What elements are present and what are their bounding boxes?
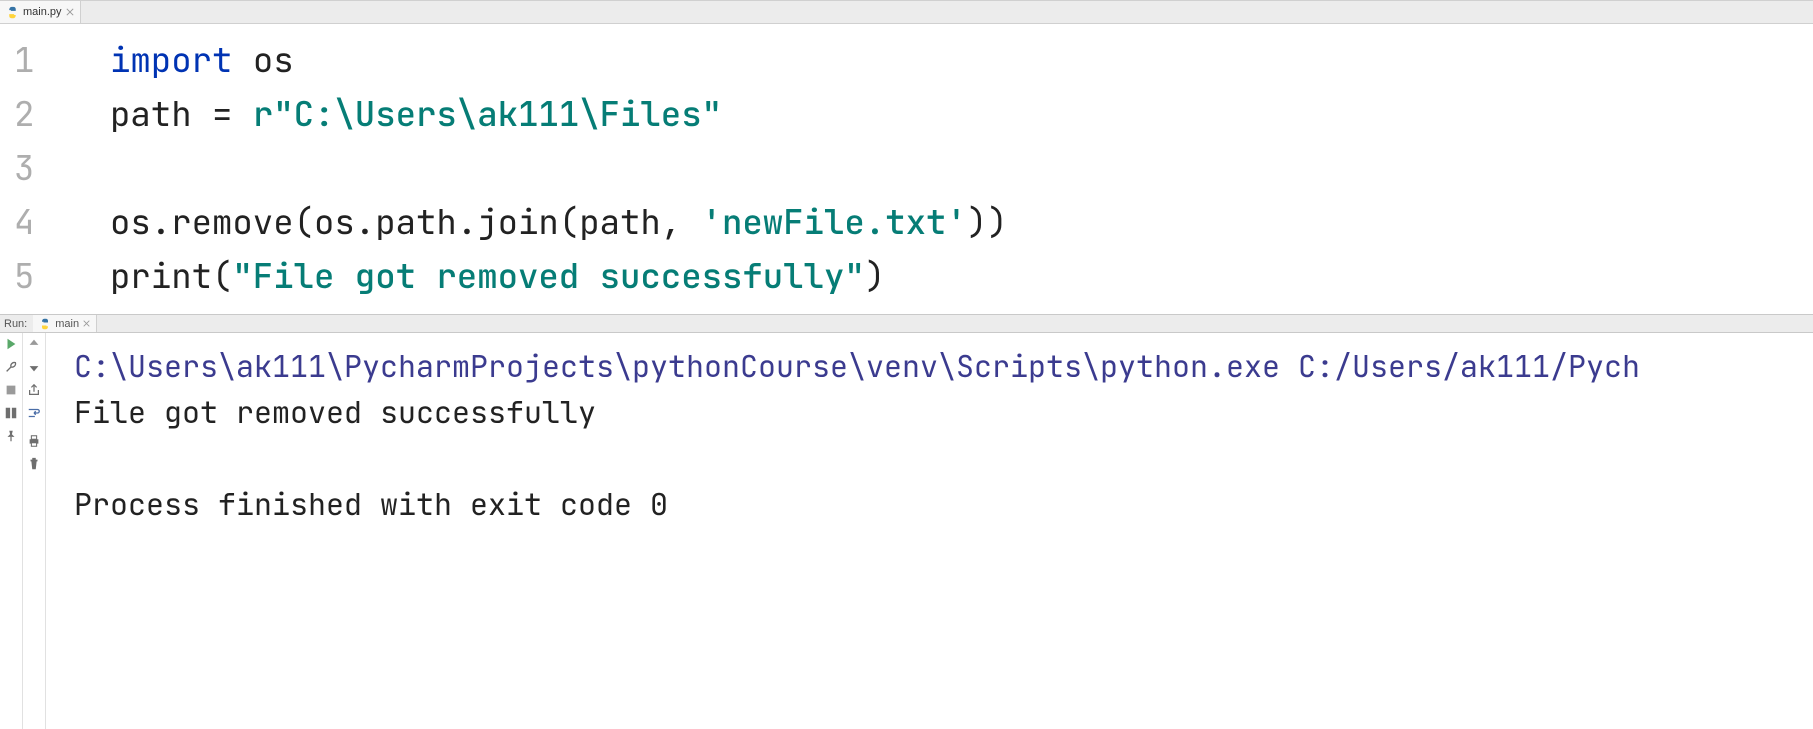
code-line[interactable]: print("File got removed successfully") <box>110 250 1813 304</box>
code-editor[interactable]: 12345 import ospath = r"C:\Users\ak111\F… <box>0 24 1813 314</box>
code-line[interactable]: import os <box>110 34 1813 88</box>
code-area[interactable]: import ospath = r"C:\Users\ak111\Files" o… <box>85 24 1813 314</box>
stop-icon[interactable] <box>4 383 18 397</box>
editor-tab-bar: main.py <box>0 0 1813 24</box>
line-number: 4 <box>0 196 85 250</box>
run-config-label: main <box>55 318 79 330</box>
run-toolwindow-header: Run: main <box>0 314 1813 333</box>
play-icon[interactable] <box>4 337 18 351</box>
line-number: 1 <box>0 34 85 88</box>
arrow-down-icon[interactable] <box>27 360 41 374</box>
console-output[interactable]: C:\Users\ak111\PycharmProjects\pythonCou… <box>46 333 1813 729</box>
editor-tab-label: main.py <box>23 6 62 18</box>
console-line: C:\Users\ak111\PycharmProjects\pythonCou… <box>74 343 1813 389</box>
run-toolbar-secondary <box>23 333 46 729</box>
line-number: 3 <box>0 142 85 196</box>
line-number: 2 <box>0 88 85 142</box>
editor-tab-main[interactable]: main.py <box>0 1 81 23</box>
wrench-icon[interactable] <box>4 360 18 374</box>
run-label: Run: <box>0 318 33 330</box>
layout-icon[interactable] <box>4 406 18 420</box>
run-toolbar-left <box>0 333 23 729</box>
console-line <box>74 435 1813 481</box>
code-line[interactable] <box>110 142 1813 196</box>
soft-wrap-icon[interactable] <box>27 406 41 425</box>
trash-icon[interactable] <box>27 457 41 471</box>
run-toolwindow-body: C:\Users\ak111\PycharmProjects\pythonCou… <box>0 333 1813 729</box>
arrow-up-icon[interactable] <box>27 337 41 351</box>
console-line: Process finished with exit code 0 <box>74 481 1813 527</box>
run-config-tab[interactable]: main <box>33 315 97 332</box>
code-line[interactable]: os.remove(os.path.join(path, 'newFile.tx… <box>110 196 1813 250</box>
code-line[interactable]: path = r"C:\Users\ak111\Files" <box>110 88 1813 142</box>
export-icon[interactable] <box>27 383 41 397</box>
ide-root: main.py 12345 import ospath = r"C:\Users… <box>0 0 1813 729</box>
python-file-icon <box>6 6 19 19</box>
close-icon[interactable] <box>83 320 90 327</box>
print-icon[interactable] <box>27 434 41 448</box>
pin-icon[interactable] <box>4 429 18 443</box>
line-number: 5 <box>0 250 85 304</box>
close-icon[interactable] <box>66 8 74 16</box>
line-number-gutter: 12345 <box>0 24 85 314</box>
console-line: File got removed successfully <box>74 389 1813 435</box>
python-file-icon <box>39 318 51 330</box>
